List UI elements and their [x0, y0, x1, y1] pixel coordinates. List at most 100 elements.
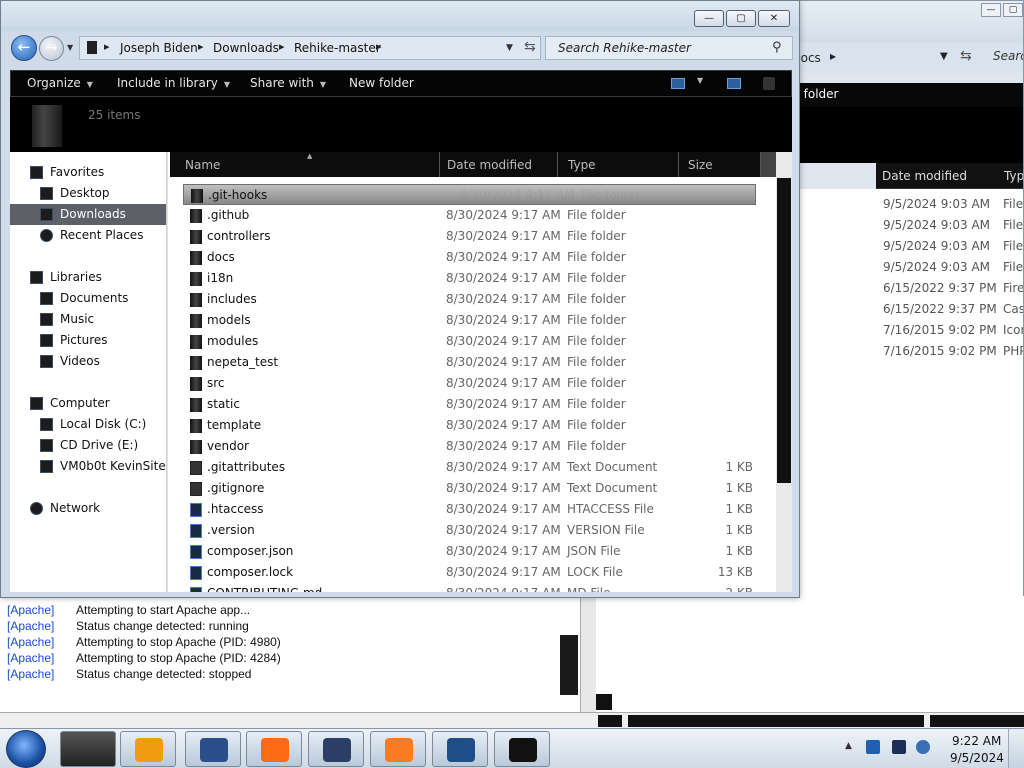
forward-button[interactable]: →	[39, 36, 64, 61]
taskbar-app-button[interactable]	[370, 731, 426, 767]
nav-item-local-disk[interactable]: Local Disk (C:)	[40, 417, 146, 431]
file-row[interactable]: docs 8/30/2024 9:17 AM File folder	[170, 247, 776, 268]
nav-item-documents[interactable]: Documents	[40, 291, 128, 305]
column-header-date[interactable]: Date modified	[440, 152, 558, 177]
address-bar[interactable]: ▸ Joseph Biden ▸ Downloads ▸ Rehike-mast…	[79, 36, 541, 60]
chevron-down-icon[interactable]: ▼	[940, 51, 948, 62]
nav-item-favorites[interactable]: Favorites	[30, 165, 104, 179]
chevron-right-icon[interactable]: ▸	[104, 40, 110, 53]
file-row[interactable]: .htaccess 8/30/2024 9:17 AM HTACCESS File 1…	[170, 499, 776, 520]
breadcrumb-item[interactable]: Rehike-master	[294, 41, 381, 55]
chevron-right-icon[interactable]: ▸	[376, 40, 382, 53]
share-with-button[interactable]: Share with ▼	[250, 76, 326, 90]
file-row[interactable]: CONTRIBUTING.md 8/30/2024 9:17 AM MD File 2…	[170, 583, 776, 592]
clock-time[interactable]: 9:22 AM	[952, 734, 1001, 748]
file-row[interactable]: modules 8/30/2024 9:17 AM File folder	[170, 331, 776, 352]
preview-pane-icon[interactable]	[727, 78, 741, 89]
taskbar-app-button[interactable]	[120, 731, 176, 767]
file-row[interactable]: .gitattributes 8/30/2024 9:17 AM Text Docu…	[170, 457, 776, 478]
file-row[interactable]: i18n 8/30/2024 9:17 AM File folder	[170, 268, 776, 289]
console-log-panel[interactable]: [Apache] Attempting to start Apache app..…	[0, 590, 580, 715]
background-file-row[interactable]: 9/5/2024 9:03 AM File	[883, 218, 1023, 239]
taskbar-app-button[interactable]	[246, 731, 302, 767]
recent-pages-dropdown[interactable]: ▼	[67, 43, 73, 52]
file-row[interactable]: template 8/30/2024 9:17 AM File folder	[170, 415, 776, 436]
search-icon[interactable]: ⚲	[772, 40, 782, 55]
background-file-row[interactable]: 6/15/2022 9:37 PM Fire	[883, 281, 1023, 302]
new-folder-button[interactable]: New folder	[349, 76, 414, 90]
show-desktop-button[interactable]	[1008, 729, 1024, 768]
column-header-size[interactable]: Size	[681, 152, 761, 177]
view-options-icon[interactable]	[671, 78, 685, 89]
file-row[interactable]: .gitignore 8/30/2024 9:17 AM Text Document…	[170, 478, 776, 499]
start-button[interactable]	[6, 730, 46, 768]
nav-item-network-drive[interactable]: VM0b0t KevinSite	[40, 459, 166, 473]
nav-item-music[interactable]: Music	[40, 312, 94, 326]
nav-item-cd-drive[interactable]: CD Drive (E:)	[40, 438, 138, 452]
scrollbar-thumb[interactable]	[777, 178, 791, 483]
refresh-icon[interactable]: ⇆	[960, 48, 972, 64]
column-header-type[interactable]: Type	[561, 152, 679, 177]
background-file-row[interactable]: 9/5/2024 9:03 AM File	[883, 239, 1023, 260]
file-row[interactable]: static 8/30/2024 9:17 AM File folder	[170, 394, 776, 415]
nav-item-libraries[interactable]: Libraries	[30, 270, 102, 284]
taskbar-app-button[interactable]	[185, 731, 241, 767]
clock-date[interactable]: 9/5/2024	[950, 751, 1004, 765]
background-search-input[interactable]: Searc	[993, 49, 1023, 63]
maximize-button[interactable]: ▢	[726, 10, 756, 27]
chevron-down-icon[interactable]: ▼	[697, 76, 703, 85]
file-row[interactable]: nepeta_test 8/30/2024 9:17 AM File folder	[170, 352, 776, 373]
organize-button[interactable]: Organize ▼	[27, 76, 93, 90]
background-minimize-button[interactable]: —	[981, 3, 1001, 17]
file-row[interactable]: vendor 8/30/2024 9:17 AM File folder	[170, 436, 776, 457]
nav-item-desktop[interactable]: Desktop	[40, 186, 110, 200]
background-file-row[interactable]: 7/16/2015 9:02 PM Icon	[883, 323, 1023, 344]
breadcrumb-item[interactable]: Downloads	[213, 41, 279, 55]
background-file-row[interactable]: 9/5/2024 9:03 AM File	[883, 260, 1023, 281]
file-row[interactable]: .git-hooks 8/30/2024 9:17 AM File folder	[183, 184, 756, 205]
back-button[interactable]: ←	[11, 35, 37, 61]
taskbar-app-button[interactable]	[494, 731, 550, 767]
file-row[interactable]: .github 8/30/2024 9:17 AM File folder	[170, 205, 776, 226]
nav-item-downloads[interactable]: Downloads	[40, 207, 126, 221]
close-button[interactable]: ✕	[758, 10, 790, 27]
background-column-date[interactable]: Date modified	[882, 169, 967, 183]
refresh-icon[interactable]: ⇆	[524, 39, 536, 55]
file-row[interactable]: composer.json 8/30/2024 9:17 AM JSON File 1…	[170, 541, 776, 562]
chevron-right-icon[interactable]: ▸	[198, 40, 204, 53]
file-row[interactable]: composer.lock 8/30/2024 9:17 AM LOCK File 1…	[170, 562, 776, 583]
monitor-tray-icon[interactable]	[892, 740, 906, 754]
chevron-down-icon[interactable]: ▼	[506, 43, 513, 53]
console-scrollbar-thumb[interactable]	[560, 635, 578, 695]
nav-item-recent-places[interactable]: Recent Places	[40, 228, 143, 242]
file-row[interactable]: .version 8/30/2024 9:17 AM VERSION File 1 K…	[170, 520, 776, 541]
nav-item-computer[interactable]: Computer	[30, 396, 110, 410]
file-row[interactable]: includes 8/30/2024 9:17 AM File folder	[170, 289, 776, 310]
background-column-type[interactable]: Typ	[1004, 169, 1023, 183]
search-input[interactable]: Search Rehike-master ⚲	[545, 36, 793, 60]
nav-item-network[interactable]: Network	[30, 501, 100, 515]
background-file-row[interactable]: 6/15/2022 9:37 PM Casc	[883, 302, 1023, 323]
help-icon[interactable]	[763, 77, 775, 90]
include-in-library-button[interactable]: Include in library ▼	[117, 76, 230, 90]
chevron-right-icon[interactable]: ▸	[279, 40, 285, 53]
minimize-button[interactable]: —	[694, 10, 724, 27]
nav-item-videos[interactable]: Videos	[40, 354, 100, 368]
file-list[interactable]: Name ▲ Date modified Type Size .git-hook…	[170, 152, 792, 592]
taskbar-app-button[interactable]	[432, 731, 488, 767]
network-tray-icon[interactable]	[866, 740, 880, 754]
taskbar-app-button[interactable]	[308, 731, 364, 767]
title-bar[interactable]: — ▢ ✕	[1, 1, 799, 31]
panel-splitter[interactable]	[580, 595, 596, 715]
background-file-row[interactable]: 9/5/2024 9:03 AM File	[883, 197, 1023, 218]
file-row[interactable]: models 8/30/2024 9:17 AM File folder	[170, 310, 776, 331]
file-row[interactable]: src 8/30/2024 9:17 AM File folder	[170, 373, 776, 394]
taskbar-explorer-button[interactable]	[60, 731, 116, 767]
background-file-row[interactable]: 7/16/2015 9:02 PM PHP	[883, 344, 1023, 365]
sync-tray-icon[interactable]	[916, 740, 930, 754]
nav-item-pictures[interactable]: Pictures	[40, 333, 108, 347]
show-hidden-icons-icon[interactable]: ▲	[845, 741, 852, 751]
explorer-window[interactable]: — ▢ ✕ ← → ▼ ▸ Joseph Biden ▸ Downloads ▸…	[0, 0, 800, 598]
background-maximize-button[interactable]: ▢	[1003, 3, 1023, 17]
file-row[interactable]: controllers 8/30/2024 9:17 AM File folder	[170, 226, 776, 247]
